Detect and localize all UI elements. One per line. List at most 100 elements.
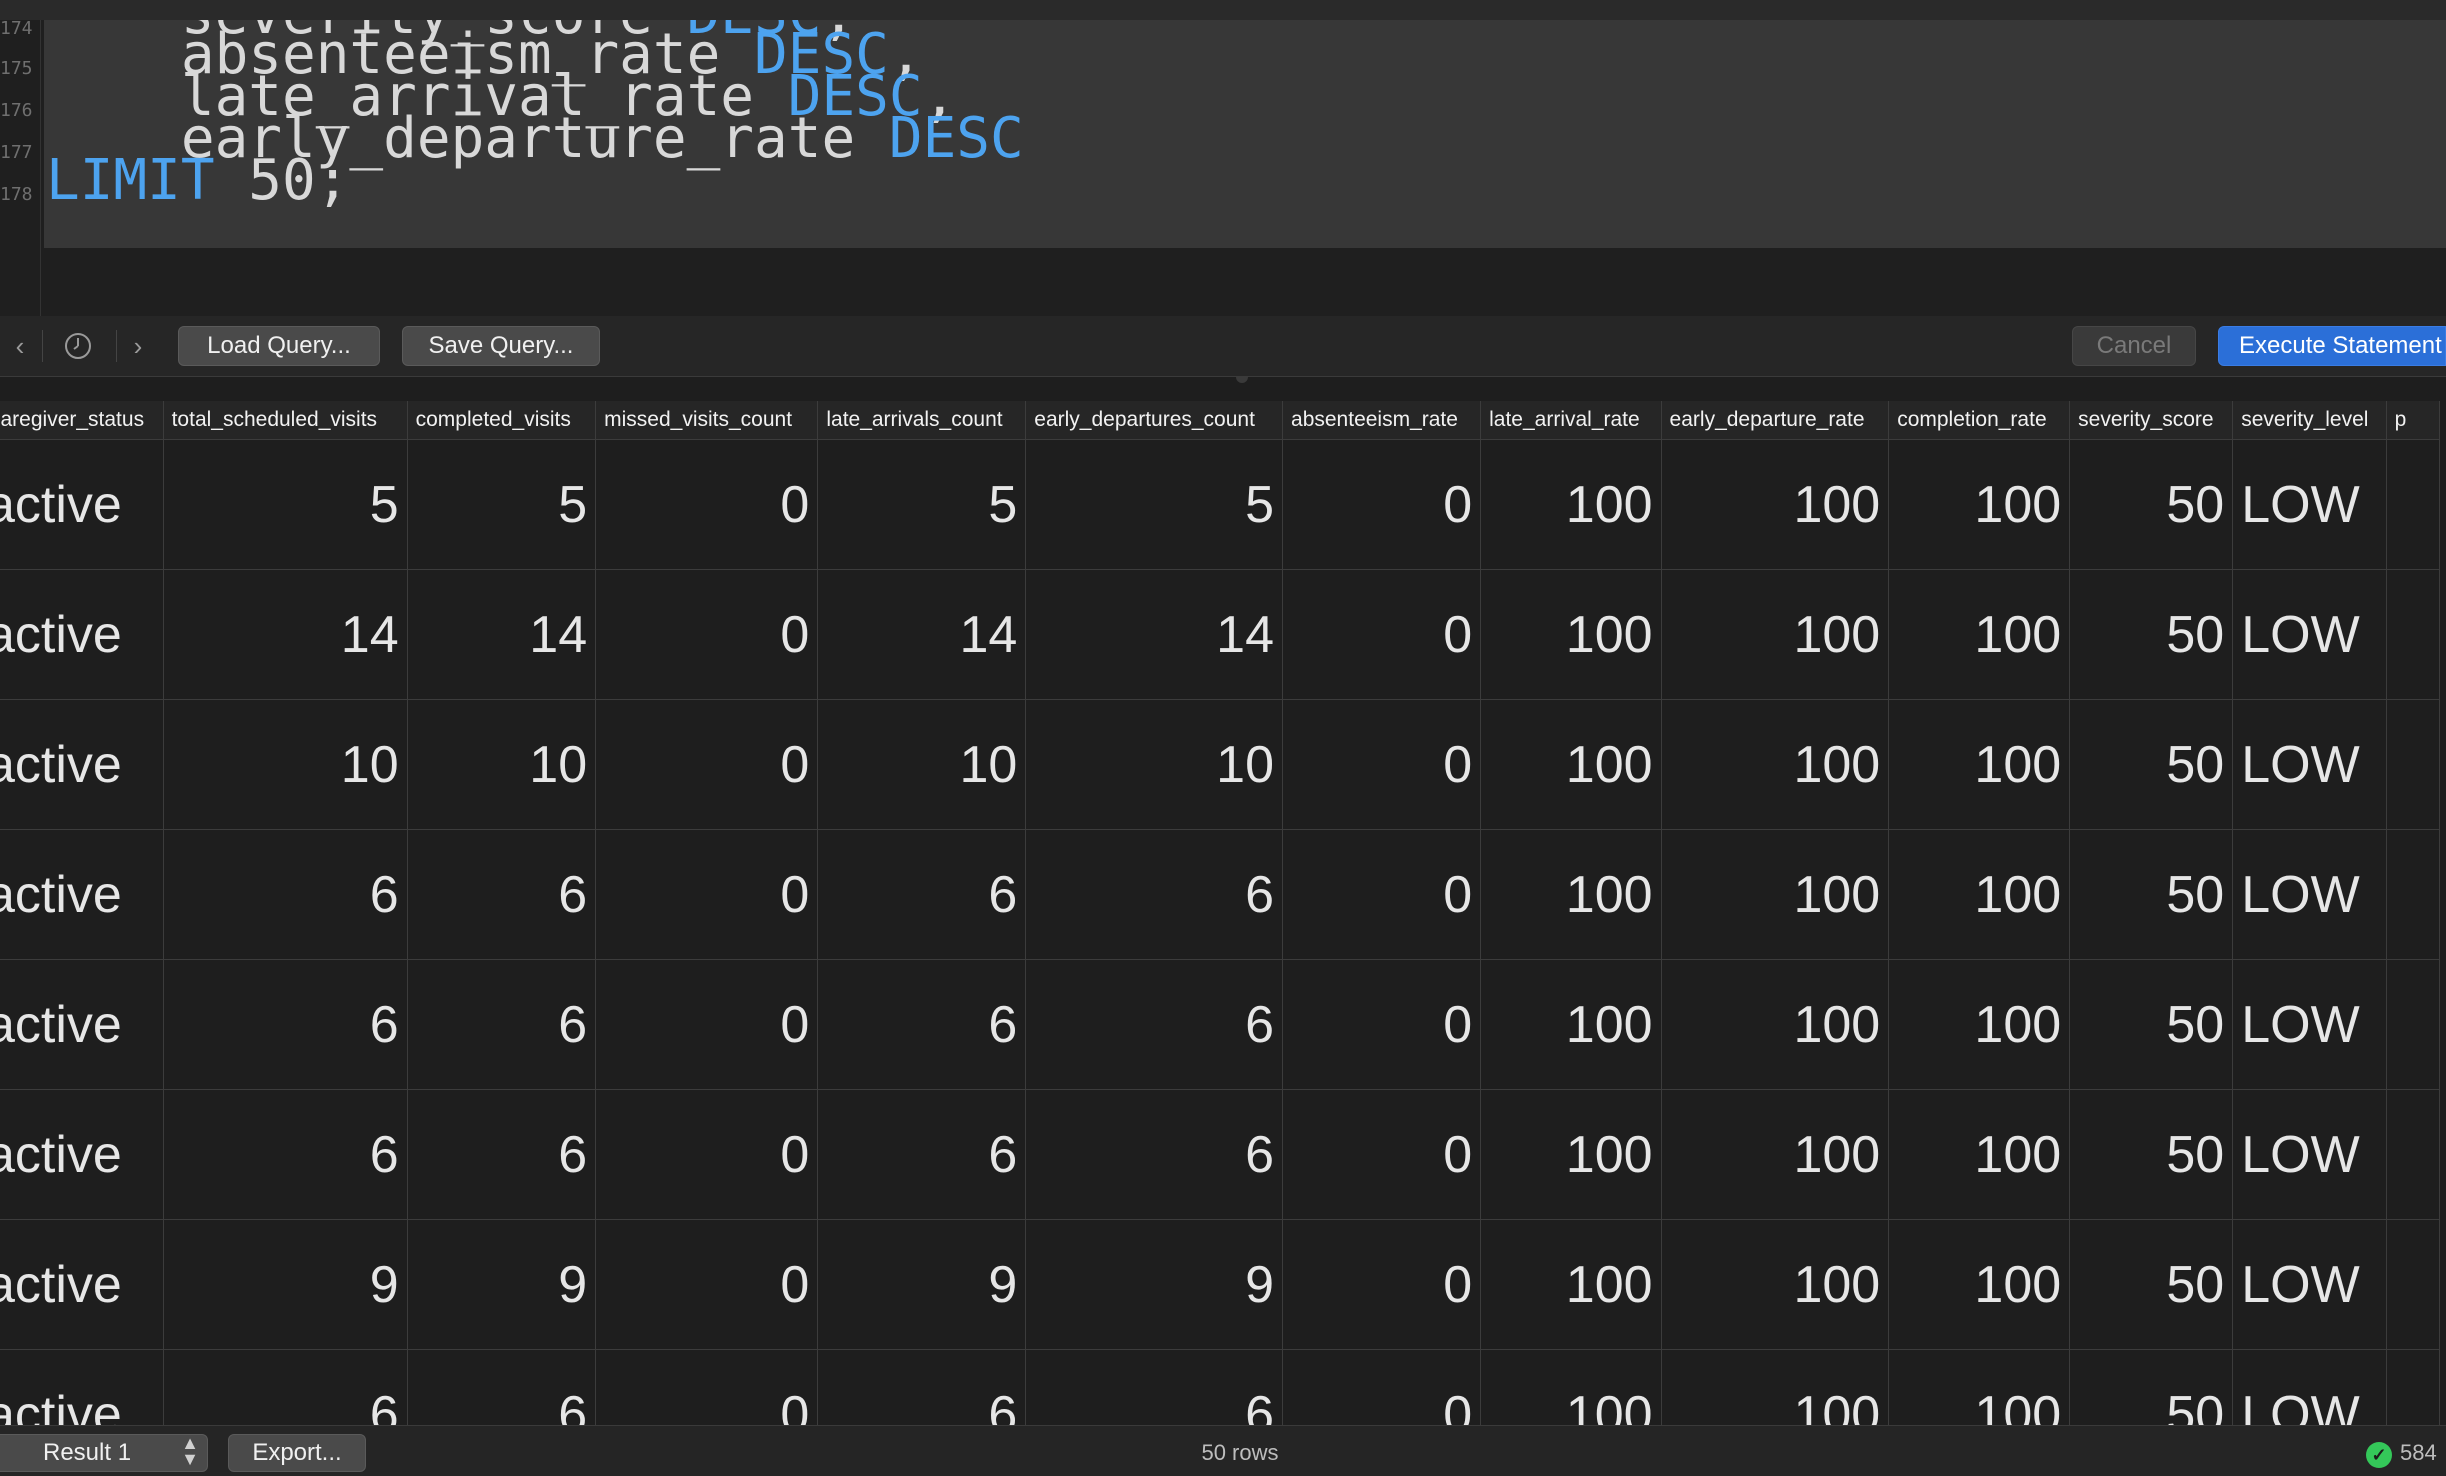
table-cell[interactable]: 6 <box>1025 1089 1284 1220</box>
chevron-left-icon[interactable]: ‹ <box>0 328 40 364</box>
column-header-late-arrival-rate[interactable]: late_arrival_rate <box>1480 401 1662 440</box>
table-cell[interactable]: 0 <box>1282 439 1482 570</box>
table-cell[interactable]: 100 <box>1661 1089 1890 1220</box>
table-cell[interactable]: 0 <box>1282 1349 1482 1425</box>
table-cell[interactable]: 10 <box>407 699 597 830</box>
splitter-handle[interactable] <box>1236 377 1248 383</box>
table-cell[interactable]: 14 <box>1025 569 1284 700</box>
table-cell[interactable]: 100 <box>1480 699 1662 830</box>
table-cell[interactable]: 100 <box>1888 1349 2071 1425</box>
table-cell[interactable] <box>2386 959 2441 1090</box>
table-cell[interactable]: 100 <box>1480 1089 1662 1220</box>
column-header-completed-visits[interactable]: completed_visits <box>407 401 597 440</box>
table-cell[interactable]: 0 <box>595 1089 819 1220</box>
table-cell[interactable]: 100 <box>1888 439 2071 570</box>
table-cell[interactable]: 14 <box>407 569 597 700</box>
table-cell[interactable]: 50 <box>2069 1219 2234 1350</box>
table-cell[interactable]: 9 <box>1025 1219 1284 1350</box>
table-cell[interactable]: active <box>0 569 164 700</box>
cancel-button[interactable]: Cancel <box>2072 326 2196 366</box>
table-cell[interactable]: 50 <box>2069 1349 2234 1425</box>
table-cell[interactable]: 0 <box>595 1349 819 1425</box>
table-cell[interactable]: 50 <box>2069 699 2234 830</box>
table-cell[interactable] <box>2386 1089 2441 1220</box>
table-cell[interactable]: 100 <box>1661 699 1890 830</box>
table-cell[interactable]: 100 <box>1888 1219 2071 1350</box>
table-cell[interactable]: 6 <box>163 829 408 960</box>
table-cell[interactable]: 0 <box>595 959 819 1090</box>
table-row[interactable]: active99099010010010050LOW <box>0 1219 2441 1350</box>
results-grid[interactable]: caregiver_status total_scheduled_visits co… <box>0 377 2446 1425</box>
table-row[interactable]: active101001010010010010050LOW <box>0 699 2441 830</box>
table-cell[interactable]: active <box>0 1219 164 1350</box>
table-cell[interactable]: 0 <box>1282 1219 1482 1350</box>
table-cell[interactable]: 6 <box>1025 829 1284 960</box>
table-cell[interactable]: 100 <box>1661 1219 1890 1350</box>
table-cell[interactable]: 0 <box>595 569 819 700</box>
table-cell[interactable]: 100 <box>1661 439 1890 570</box>
table-cell[interactable]: 50 <box>2069 1089 2234 1220</box>
table-cell[interactable]: 100 <box>1888 569 2071 700</box>
table-cell[interactable]: 100 <box>1480 1219 1662 1350</box>
table-cell[interactable]: 100 <box>1480 439 1662 570</box>
table-cell[interactable]: 6 <box>817 1349 1027 1425</box>
table-cell[interactable]: 0 <box>595 1219 819 1350</box>
save-query-button[interactable]: Save Query... <box>402 326 600 366</box>
table-cell[interactable]: LOW <box>2232 959 2387 1090</box>
table-cell[interactable]: 6 <box>817 829 1027 960</box>
result-selector[interactable]: Result 1 ▲ ▼ <box>0 1434 208 1472</box>
table-cell[interactable] <box>2386 439 2441 570</box>
table-cell[interactable]: LOW <box>2232 699 2387 830</box>
column-header-early-departures-count[interactable]: early_departures_count <box>1025 401 1284 440</box>
table-cell[interactable]: 6 <box>407 829 597 960</box>
table-cell[interactable]: 5 <box>1025 439 1284 570</box>
table-cell[interactable]: LOW <box>2232 829 2387 960</box>
table-cell[interactable]: 50 <box>2069 829 2234 960</box>
table-cell[interactable]: 5 <box>817 439 1027 570</box>
table-cell[interactable]: 100 <box>1480 1349 1662 1425</box>
table-cell[interactable]: active <box>0 1349 164 1425</box>
execute-statement-button[interactable]: Execute Statement <box>2218 326 2446 366</box>
table-row[interactable]: active66066010010010050LOW <box>0 1349 2441 1425</box>
table-cell[interactable]: 9 <box>817 1219 1027 1350</box>
clock-icon[interactable] <box>58 328 98 364</box>
table-row[interactable]: active66066010010010050LOW <box>0 829 2441 960</box>
table-cell[interactable]: active <box>0 699 164 830</box>
column-header-p[interactable]: p <box>2386 401 2441 440</box>
table-cell[interactable]: 0 <box>595 829 819 960</box>
table-cell[interactable]: 100 <box>1480 829 1662 960</box>
table-cell[interactable]: 14 <box>817 569 1027 700</box>
table-cell[interactable]: 100 <box>1480 959 1662 1090</box>
table-cell[interactable]: 9 <box>163 1219 408 1350</box>
table-cell[interactable]: 50 <box>2069 569 2234 700</box>
column-header-caregiver-status[interactable]: caregiver_status <box>0 401 164 440</box>
table-cell[interactable]: 0 <box>1282 569 1482 700</box>
table-cell[interactable]: 14 <box>163 569 408 700</box>
table-cell[interactable]: 6 <box>407 1349 597 1425</box>
table-cell[interactable]: 6 <box>817 1089 1027 1220</box>
code-line[interactable]: LIMIT 50; <box>46 148 349 214</box>
column-header-total-scheduled-visits[interactable]: total_scheduled_visits <box>163 401 408 440</box>
column-header-absenteeism-rate[interactable]: absenteeism_rate <box>1282 401 1482 440</box>
table-cell[interactable]: 100 <box>1888 829 2071 960</box>
table-cell[interactable]: 50 <box>2069 439 2234 570</box>
column-header-severity-score[interactable]: severity_score <box>2069 401 2234 440</box>
table-cell[interactable]: 0 <box>1282 699 1482 830</box>
table-cell[interactable]: 100 <box>1661 829 1890 960</box>
table-row[interactable]: active66066010010010050LOW <box>0 1089 2441 1220</box>
table-cell[interactable]: 10 <box>817 699 1027 830</box>
table-cell[interactable] <box>2386 699 2441 830</box>
table-cell[interactable]: LOW <box>2232 569 2387 700</box>
table-cell[interactable]: 100 <box>1888 699 2071 830</box>
table-cell[interactable]: 50 <box>2069 959 2234 1090</box>
load-query-button[interactable]: Load Query... <box>178 326 380 366</box>
table-cell[interactable]: LOW <box>2232 1219 2387 1350</box>
table-cell[interactable]: active <box>0 959 164 1090</box>
table-row[interactable]: active55055010010010050LOW <box>0 439 2441 570</box>
table-cell[interactable]: 0 <box>1282 829 1482 960</box>
table-cell[interactable]: 100 <box>1888 1089 2071 1220</box>
table-cell[interactable]: 6 <box>407 959 597 1090</box>
table-cell[interactable]: LOW <box>2232 439 2387 570</box>
export-button[interactable]: Export... <box>228 1434 366 1472</box>
table-cell[interactable]: 6 <box>817 959 1027 1090</box>
